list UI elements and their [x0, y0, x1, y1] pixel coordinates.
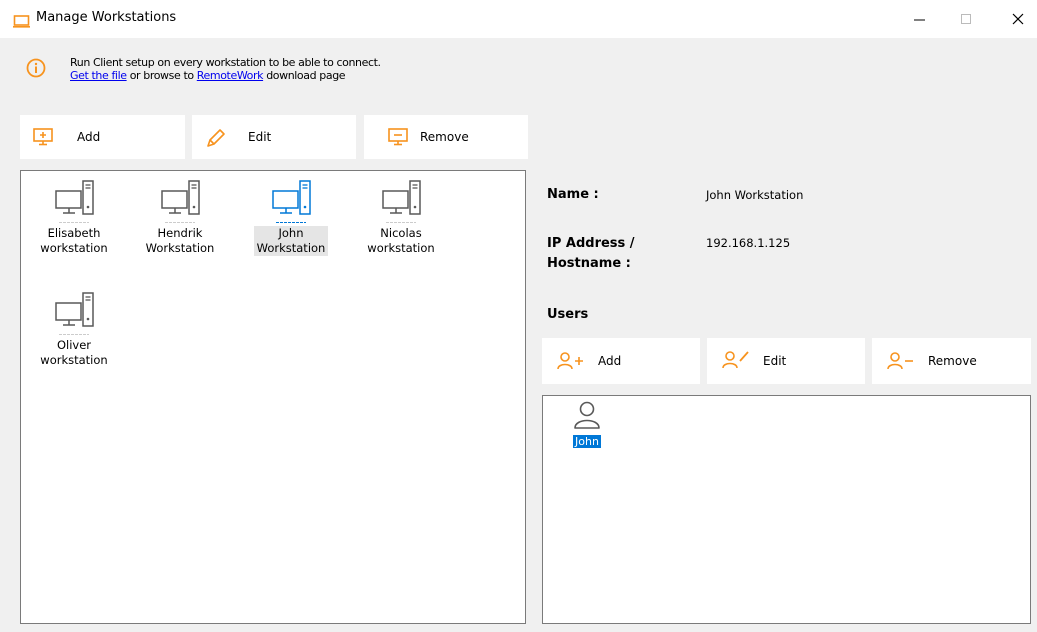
workstation-name: Nicolas workstation	[367, 226, 435, 255]
workstation-name: Elisabeth workstation	[40, 226, 108, 255]
add-user-button[interactable]: Add	[542, 338, 700, 384]
add-user-icon	[557, 352, 585, 374]
info-icon	[26, 58, 46, 82]
username-placeholder	[386, 222, 416, 223]
user-item-selected[interactable]: John	[567, 400, 607, 449]
pencil-icon	[205, 127, 227, 153]
workstation-icon	[55, 292, 94, 327]
name-label: Name :	[547, 187, 599, 202]
users-list[interactable]: John	[542, 395, 1031, 624]
workstation-icon	[161, 180, 200, 215]
workstation-item[interactable]: Nicolas workstation	[356, 179, 446, 256]
users-label: Users	[547, 307, 589, 322]
remotework-link[interactable]: RemoteWork	[197, 69, 264, 82]
info-text: Run Client setup on every workstation to…	[70, 56, 381, 69]
workstation-icon	[55, 180, 94, 215]
edit-label: Edit	[248, 130, 272, 144]
workstation-name: Oliver workstation	[40, 338, 108, 367]
close-button[interactable]	[995, 0, 1037, 38]
add-monitor-icon	[33, 128, 53, 150]
remove-workstation-button[interactable]: Remove	[364, 115, 528, 159]
workstation-item[interactable]: Oliver workstation	[29, 291, 119, 368]
laptop-icon	[13, 13, 30, 32]
name-value: John Workstation	[706, 188, 804, 202]
minimize-button[interactable]	[897, 0, 943, 38]
title-bar: Manage Workstations	[0, 0, 1037, 38]
maximize-button[interactable]	[943, 0, 989, 38]
edit-user-button[interactable]: Edit	[707, 338, 865, 384]
workstation-item[interactable]: Hendrik Workstation	[135, 179, 225, 256]
workstation-name: Hendrik Workstation	[145, 226, 215, 255]
username-placeholder	[59, 334, 89, 335]
info-tail-text: download page	[263, 69, 346, 82]
maximize-icon	[961, 14, 971, 24]
add-user-label: Add	[598, 354, 622, 368]
workstation-icon	[382, 180, 421, 215]
minimize-icon	[914, 19, 925, 21]
workstation-name: John Workstation	[253, 226, 329, 256]
username-placeholder	[276, 222, 306, 223]
username-placeholder	[165, 222, 195, 223]
workstation-list[interactable]: Elisabeth workstation Hendrik Workstation …	[20, 170, 526, 624]
edit-user-icon	[722, 349, 750, 373]
remove-monitor-icon	[388, 128, 408, 150]
edit-workstation-button[interactable]: Edit	[192, 115, 356, 159]
workstation-icon	[272, 180, 311, 215]
ip-label-line1: IP Address /	[547, 236, 635, 251]
remove-user-button[interactable]: Remove	[872, 338, 1031, 384]
add-workstation-button[interactable]: Add	[20, 115, 185, 159]
remove-label: Remove	[420, 130, 469, 144]
edit-user-label: Edit	[763, 354, 787, 368]
info-mid-text: or browse to	[126, 69, 197, 82]
get-file-link[interactable]: Get the file	[70, 69, 127, 82]
user-icon	[574, 401, 600, 429]
ip-label-line2: Hostname :	[547, 256, 631, 271]
ip-value: 192.168.1.125	[706, 236, 791, 250]
workstation-item-selected[interactable]: John Workstation	[246, 179, 336, 256]
username-placeholder	[59, 222, 89, 223]
remove-user-label: Remove	[928, 354, 977, 368]
add-label: Add	[77, 130, 101, 144]
close-icon	[1012, 13, 1024, 25]
info-links-line: Get the file or browse to RemoteWork dow…	[70, 69, 346, 82]
user-name: John	[573, 435, 601, 448]
workstation-item[interactable]: Elisabeth workstation	[29, 179, 119, 256]
window-title: Manage Workstations	[36, 10, 177, 25]
remove-user-icon	[887, 352, 915, 374]
